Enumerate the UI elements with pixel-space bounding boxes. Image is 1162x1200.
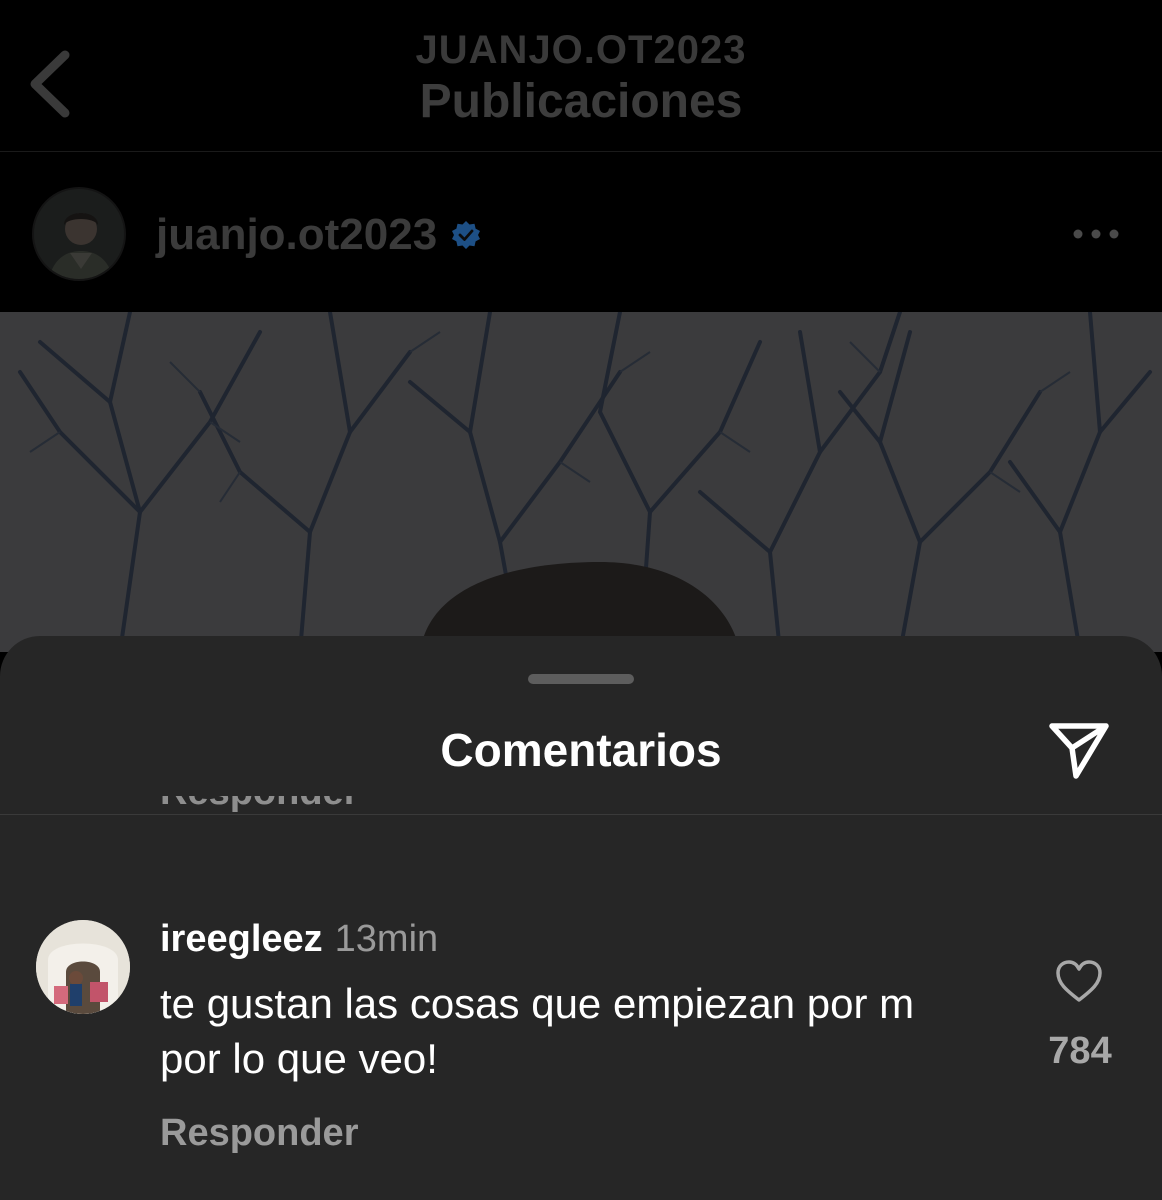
clipped-previous-reply: Responder bbox=[160, 796, 358, 814]
comment-text: te gustan las cosas que empiezan por m p… bbox=[160, 980, 915, 1082]
comment-item: ireegleez 13min te gustan las cosas que … bbox=[0, 916, 1162, 1176]
heart-icon[interactable] bbox=[1054, 958, 1104, 1004]
post-photo[interactable] bbox=[0, 312, 1162, 652]
comments-sheet: Comentarios Responder ireegleez 13min te… bbox=[0, 636, 1162, 1200]
verified-badge-icon bbox=[452, 221, 481, 249]
send-icon[interactable] bbox=[1046, 718, 1112, 780]
page-title: Publicaciones bbox=[419, 75, 743, 128]
post-username[interactable]: juanjo.ot2023 bbox=[156, 210, 437, 260]
comment-header: ireegleez 13min bbox=[160, 918, 438, 961]
commenter-avatar[interactable] bbox=[36, 920, 130, 1014]
comment-username[interactable]: ireegleez bbox=[160, 918, 323, 961]
more-horizontal-icon[interactable] bbox=[1070, 226, 1122, 242]
top-navigation-bar: JUANJO.OT2023 Publicaciones bbox=[0, 0, 1162, 152]
post-author-row: juanjo.ot2023 bbox=[156, 210, 481, 260]
header-titles: JUANJO.OT2023 Publicaciones bbox=[0, 28, 1162, 130]
sheet-divider bbox=[0, 814, 1162, 815]
post-header: juanjo.ot2023 bbox=[0, 152, 1162, 312]
clipped-reply-text: Responder bbox=[160, 796, 358, 814]
sheet-grabber-handle[interactable] bbox=[528, 674, 634, 684]
trees-photo bbox=[0, 312, 1162, 652]
like-count: 784 bbox=[1048, 1030, 1112, 1072]
post-author-avatar[interactable] bbox=[32, 187, 126, 281]
sheet-title: Comentarios bbox=[440, 724, 722, 776]
reply-button[interactable]: Responder bbox=[160, 1112, 358, 1155]
header-account-name: JUANJO.OT2023 bbox=[415, 28, 747, 72]
comment-timestamp: 13min bbox=[334, 918, 439, 960]
